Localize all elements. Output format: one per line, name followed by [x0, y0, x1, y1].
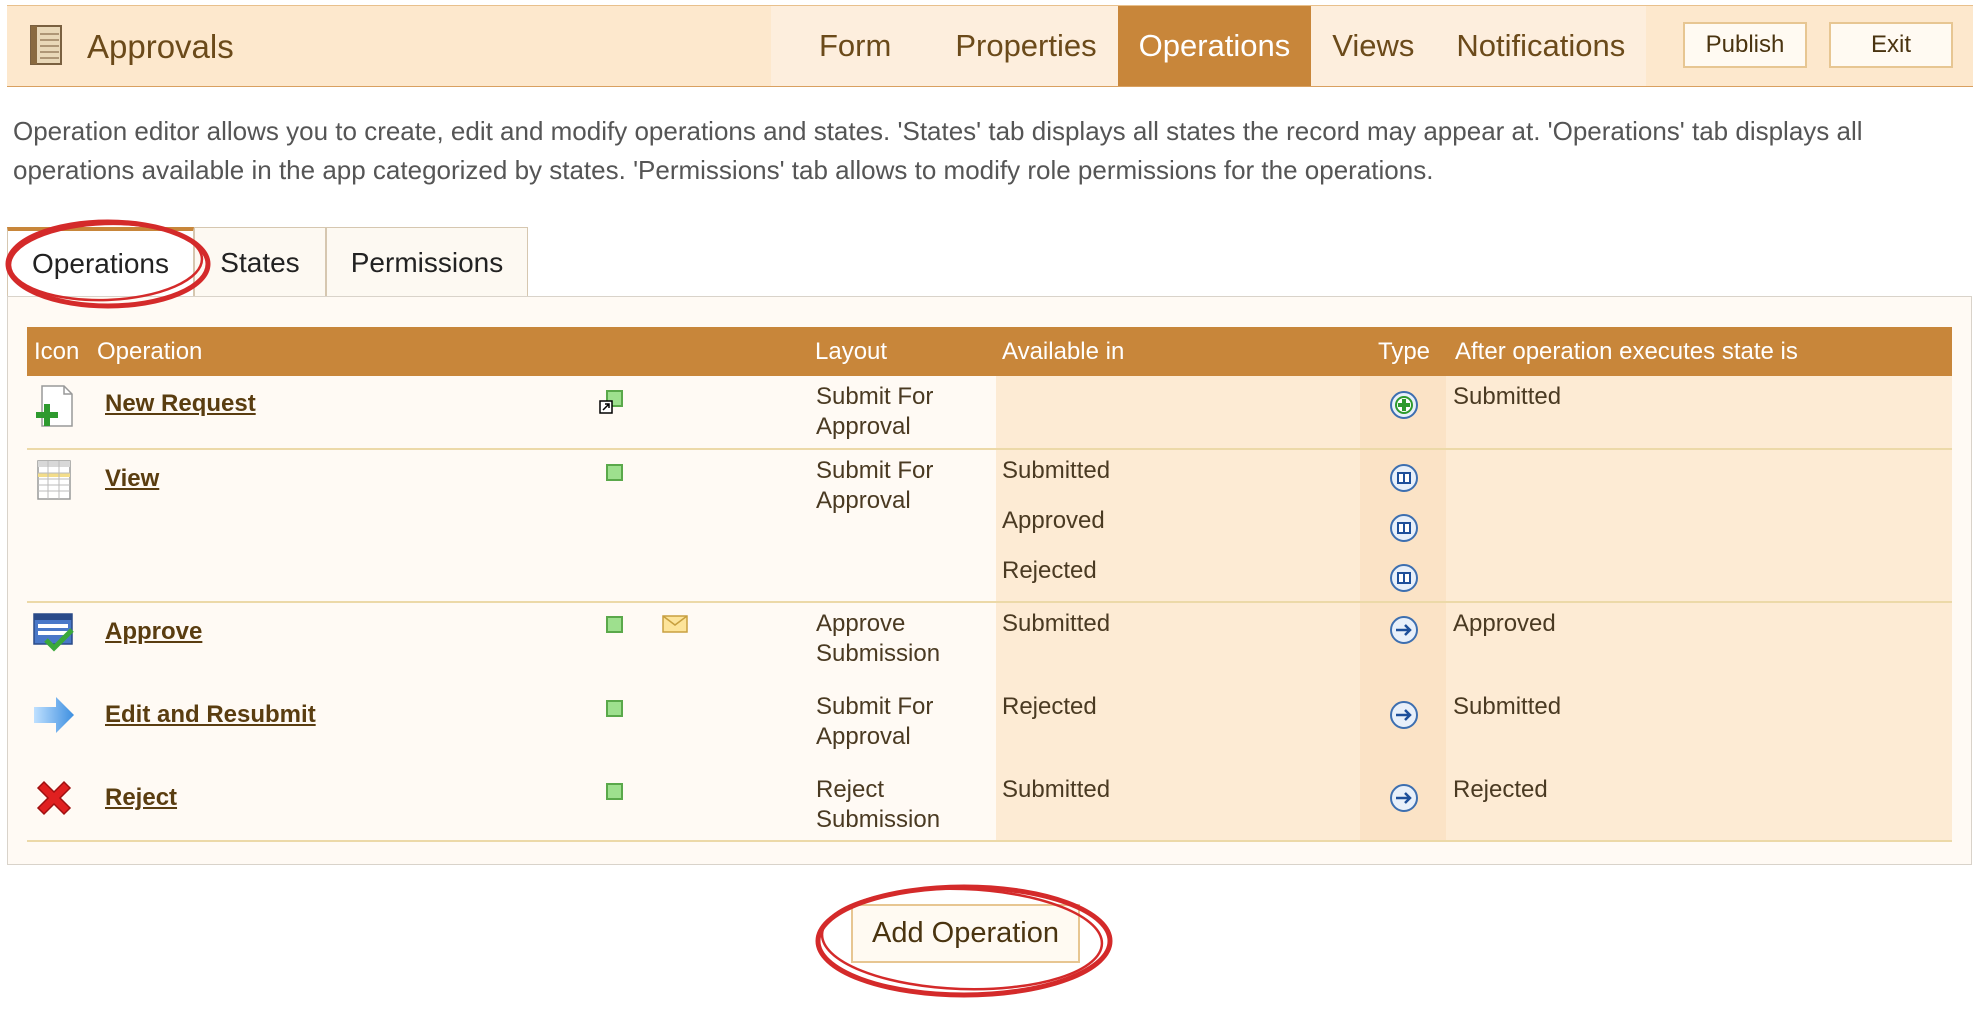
type-column-bg [1360, 376, 1446, 840]
operation-link-reject[interactable]: Reject [105, 784, 177, 812]
grid-sheet-icon [37, 460, 71, 500]
after-state-cell: Submitted [1453, 693, 1562, 720]
row-divider [27, 601, 1952, 603]
view-circle-icon[interactable] [1389, 563, 1419, 593]
nav-tab-form[interactable]: Form [771, 6, 925, 86]
enabled-checkbox[interactable] [606, 616, 623, 633]
approve-form-check-icon [33, 613, 74, 652]
view-circle-icon[interactable] [1389, 513, 1419, 543]
transition-arrow-circle-icon[interactable] [1389, 700, 1419, 730]
layout-line: Approval [816, 723, 911, 750]
layout-cell: Submit For Approval [816, 456, 933, 516]
envelope-icon [662, 615, 688, 633]
description-text: Operation editor allows you to create, e… [13, 116, 1863, 185]
layout-line: Submission [816, 806, 941, 833]
app-title: Approvals [87, 28, 234, 65]
add-operation-button[interactable]: Add Operation [851, 904, 1080, 963]
header-available-in: Available in [1002, 338, 1125, 365]
nav-tab-operations[interactable]: Operations [1117, 6, 1312, 86]
subtab-states[interactable]: States [194, 227, 326, 297]
layout-line: Reject [816, 776, 885, 803]
shortcut-arrow-icon [599, 400, 613, 414]
layout-line: Submit For [816, 383, 934, 410]
header-layout: Layout [815, 338, 888, 365]
enabled-checkbox[interactable] [606, 464, 623, 481]
subtab-permissions[interactable]: Permissions [326, 227, 528, 297]
transition-arrow-circle-icon[interactable] [1389, 615, 1419, 645]
available-in-cell: Rejected [1002, 693, 1097, 720]
available-column-bg [996, 376, 1360, 840]
row-divider [27, 448, 1952, 450]
operation-link-approve[interactable]: Approve [105, 618, 202, 646]
layout-line: Submission [816, 640, 941, 667]
header-type: Type [1378, 338, 1431, 365]
layout-line: Submit For [816, 457, 934, 484]
operation-link-new-request[interactable]: New Request [105, 390, 256, 418]
layout-cell: Submit For Approval [816, 382, 933, 442]
subtab-operations[interactable]: Operations [7, 227, 194, 299]
header-after-state: After operation executes state is [1455, 338, 1798, 365]
layout-cell: Reject Submission [816, 775, 940, 835]
row-divider [27, 840, 1952, 842]
nav-tab-properties[interactable]: Properties [925, 6, 1117, 86]
available-in-cell: Rejected [1002, 557, 1097, 584]
nav-tab-views[interactable]: Views [1311, 6, 1435, 86]
nav-tab-notifications[interactable]: Notifications [1435, 6, 1646, 86]
enabled-checkbox[interactable] [606, 700, 623, 717]
enabled-checkbox[interactable] [606, 783, 623, 800]
after-state-cell: Rejected [1453, 776, 1548, 803]
available-in-cell: Submitted [1002, 776, 1111, 803]
layout-cell: Submit For Approval [816, 692, 933, 752]
operation-link-view[interactable]: View [105, 465, 159, 493]
layout-line: Approval [816, 413, 911, 440]
view-circle-icon[interactable] [1389, 463, 1419, 493]
table-header: Icon Operation Layout Available in Type … [27, 327, 1952, 376]
app-notebook-icon [30, 25, 62, 65]
after-state-cell: Submitted [1453, 383, 1562, 410]
main-nav: Form Properties Operations Views Notific… [771, 6, 1647, 86]
transition-arrow-circle-icon[interactable] [1389, 783, 1419, 813]
after-state-cell: Approved [1453, 610, 1556, 637]
layout-line: Approval [816, 487, 911, 514]
exit-button[interactable]: Exit [1829, 22, 1953, 68]
header-icon: Icon [34, 338, 80, 365]
new-document-plus-icon [36, 385, 73, 427]
blue-arrow-right-icon [34, 697, 74, 733]
available-in-cell: Approved [1002, 507, 1105, 534]
operation-link-edit-and-resubmit[interactable]: Edit and Resubmit [105, 701, 316, 729]
layout-line: Approve [816, 610, 906, 637]
layout-line: Submit For [816, 693, 934, 720]
available-in-cell: Submitted [1002, 610, 1111, 637]
header-operation: Operation [97, 338, 203, 365]
app-header: Approvals Form Properties Operations Vie… [7, 5, 1973, 87]
available-in-cell: Submitted [1002, 457, 1111, 484]
after-column-bg [1446, 376, 1952, 840]
layout-cell: Approve Submission [816, 609, 940, 669]
red-x-icon [36, 780, 72, 816]
add-circle-icon[interactable] [1389, 390, 1419, 420]
publish-button[interactable]: Publish [1683, 22, 1807, 68]
